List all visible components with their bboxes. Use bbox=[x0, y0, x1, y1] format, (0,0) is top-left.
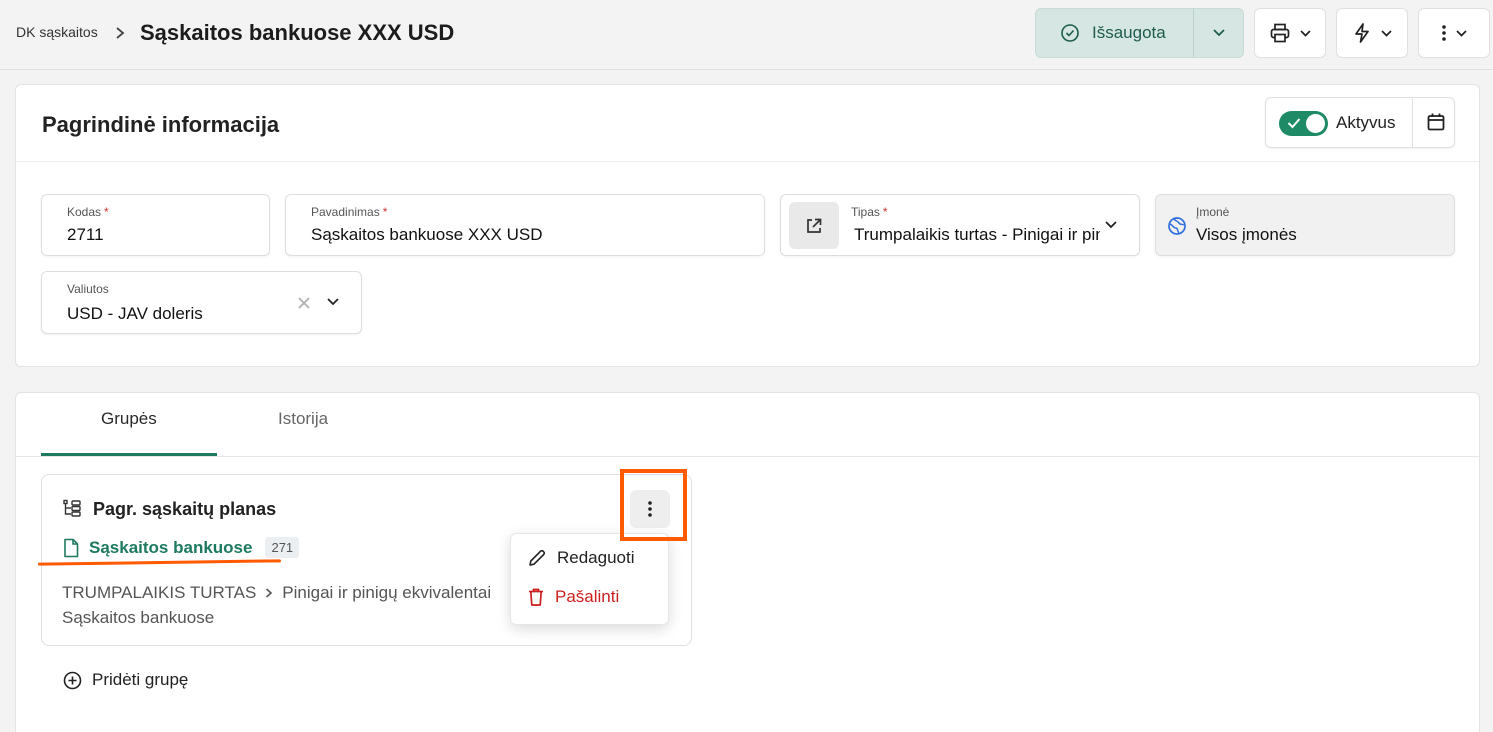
group-code-badge: 271 bbox=[265, 537, 300, 558]
saved-button[interactable]: Išsaugota bbox=[1036, 9, 1194, 57]
hierarchy-icon bbox=[63, 499, 81, 517]
menu-item-edit[interactable]: Redaguoti bbox=[527, 548, 635, 568]
saved-label: Išsaugota bbox=[1092, 23, 1166, 42]
active-label: Aktyvus bbox=[1336, 113, 1396, 132]
code-field[interactable]: Kodas * 2711 bbox=[41, 194, 270, 256]
currency-value: USD - JAV doleris bbox=[67, 304, 203, 323]
active-tab-indicator bbox=[41, 453, 217, 456]
chevron-down-icon bbox=[1380, 29, 1392, 37]
saved-split-button: Išsaugota bbox=[1035, 8, 1244, 58]
currency-select[interactable]: Valiutos USD - JAV doleris bbox=[41, 271, 362, 334]
section-title: Pagrindinė informacija bbox=[42, 112, 280, 137]
type-value: Trumpalaikis turtas - Pinigai ir pinigų … bbox=[854, 225, 1100, 244]
actions-button[interactable] bbox=[1336, 8, 1408, 58]
chevron-down-icon bbox=[1299, 29, 1311, 37]
trash-icon bbox=[529, 588, 543, 606]
chevron-right-icon bbox=[266, 588, 273, 598]
chevron-down-icon[interactable] bbox=[326, 297, 340, 307]
company-label: Įmonė bbox=[1196, 205, 1230, 219]
lightning-icon bbox=[1354, 23, 1369, 43]
company-value: Visos įmonės bbox=[1196, 225, 1297, 244]
top-bar: DK sąskaitos Sąskaitos bankuose XXX USD … bbox=[0, 0, 1493, 70]
group-title: Pagr. sąskaitų planas bbox=[93, 499, 277, 519]
main-info-header: Pagrindinė informacija Aktyvus bbox=[16, 85, 1479, 162]
open-type-button[interactable] bbox=[789, 202, 839, 249]
printer-icon bbox=[1270, 23, 1289, 43]
divider bbox=[1412, 98, 1413, 147]
add-group-label: Pridėti grupę bbox=[92, 670, 189, 689]
active-toggle-group: Aktyvus bbox=[1265, 97, 1455, 148]
path-segment: Sąskaitos bankuose bbox=[62, 608, 215, 627]
currency-label: Valiutos bbox=[67, 282, 109, 296]
check-circle-icon bbox=[1061, 24, 1079, 42]
external-link-icon bbox=[807, 218, 822, 233]
chevron-right-icon bbox=[116, 27, 125, 39]
switch-knob bbox=[1306, 114, 1325, 133]
check-icon bbox=[1287, 118, 1301, 129]
menu-item-delete[interactable]: Pašalinti bbox=[527, 587, 619, 607]
path-segment: TRUMPALAIKIS TURTAS bbox=[62, 583, 257, 602]
group-path: TRUMPALAIKIS TURTAS Pinigai ir pinigų ek… bbox=[62, 583, 491, 603]
group-link-row: Sąskaitos bankuose 271 bbox=[62, 537, 300, 558]
calendar-icon[interactable] bbox=[1426, 112, 1446, 132]
add-group-button[interactable]: Pridėti grupę bbox=[63, 670, 188, 690]
chevron-down-icon bbox=[1212, 29, 1225, 37]
breadcrumb-link[interactable]: DK sąskaitos bbox=[16, 24, 98, 40]
name-field[interactable]: Pavadinimas * Sąskaitos bankuose XXX USD bbox=[285, 194, 765, 256]
tab-history[interactable]: Istorija bbox=[278, 409, 328, 429]
plus-circle-icon bbox=[63, 671, 82, 689]
code-value: 2711 bbox=[67, 225, 104, 244]
path-segment: Pinigai ir pinigų ekvivalentai bbox=[282, 583, 492, 602]
print-button[interactable] bbox=[1254, 8, 1326, 58]
document-icon bbox=[64, 538, 79, 557]
type-select[interactable]: Tipas * Trumpalaikis turtas - Pinigai ir … bbox=[780, 194, 1140, 256]
code-label: Kodas * bbox=[67, 205, 109, 219]
chevron-down-icon[interactable] bbox=[1104, 220, 1118, 230]
annotation-highlight-box bbox=[620, 469, 687, 541]
company-field: Įmonė Visos įmonės bbox=[1155, 194, 1455, 256]
more-button[interactable] bbox=[1418, 8, 1490, 58]
globe-icon bbox=[1168, 217, 1186, 235]
more-vertical-icon bbox=[1441, 25, 1446, 41]
type-label: Tipas * bbox=[851, 205, 888, 219]
menu-item-delete-label: Pašalinti bbox=[555, 587, 620, 606]
tab-groups[interactable]: Grupės bbox=[101, 409, 157, 429]
group-context-menu: Redaguoti Pašalinti bbox=[510, 533, 669, 625]
clear-icon[interactable] bbox=[298, 297, 310, 309]
tab-bar: Grupės Istorija bbox=[16, 393, 1479, 457]
saved-dropdown-button[interactable] bbox=[1194, 9, 1243, 57]
name-label: Pavadinimas * bbox=[311, 205, 388, 219]
page-title: Sąskaitos bankuose XXX USD bbox=[140, 20, 455, 45]
pencil-icon bbox=[529, 549, 546, 566]
name-value: Sąskaitos bankuose XXX USD bbox=[311, 225, 543, 244]
main-info-card: Pagrindinė informacija Aktyvus Kodas * 27… bbox=[15, 84, 1480, 367]
active-switch[interactable] bbox=[1279, 111, 1328, 136]
chevron-down-icon bbox=[1455, 29, 1467, 37]
menu-item-edit-label: Redaguoti bbox=[557, 548, 635, 567]
group-link[interactable]: Sąskaitos bankuose bbox=[89, 538, 252, 558]
